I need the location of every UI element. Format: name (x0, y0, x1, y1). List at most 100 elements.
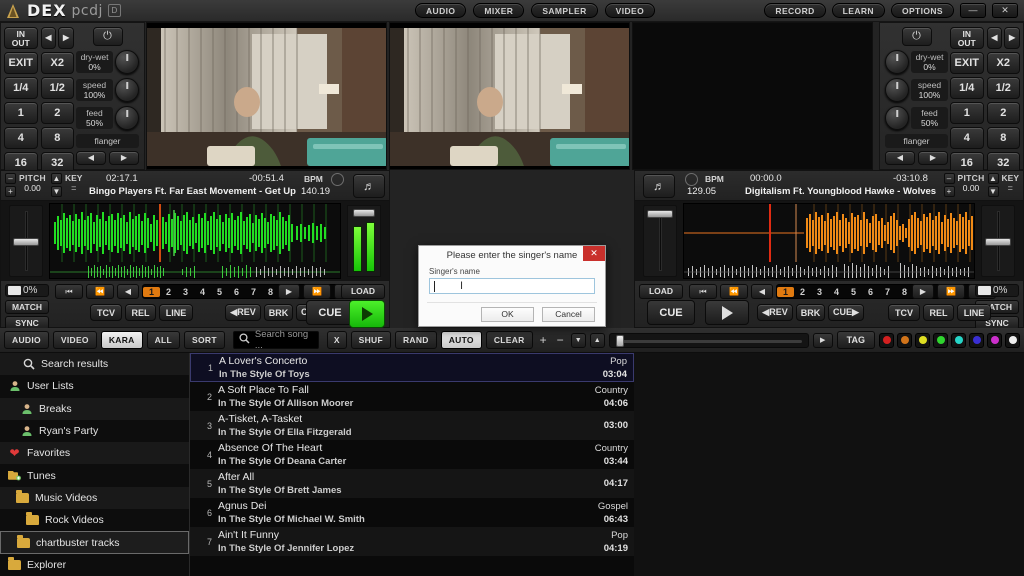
deck-a-beat-6[interactable]: 6 (228, 287, 245, 297)
sidebar-item-explorer[interactable]: Explorer (0, 554, 189, 576)
deck-a-rewind-button[interactable]: ⏪ (86, 284, 114, 299)
deck-b-beat-3[interactable]: 3 (811, 287, 828, 297)
deck-b-waveform[interactable] (683, 203, 975, 279)
sidebar-item-favorites[interactable]: ❤ Favorites (0, 442, 189, 464)
table-row[interactable]: 3 A-Tisket, A-Tasket In The Style Of Ell… (190, 411, 634, 440)
deck-a-rel-button[interactable]: REL (125, 304, 156, 321)
loop-x2-left[interactable]: X2 (41, 52, 75, 74)
fx-next-right[interactable]: ▶ (918, 151, 948, 165)
deck-a-pitch-plus[interactable]: + (5, 186, 16, 197)
table-row[interactable]: 6 Agnus Dei In The Style Of Michael W. S… (190, 498, 634, 527)
search-clear-button[interactable]: X (327, 331, 347, 349)
filter-kara-button[interactable]: KARA (101, 331, 143, 349)
deck-b-rewind-button[interactable]: ⏪ (720, 284, 748, 299)
loop-exit-left[interactable]: EXIT (4, 52, 38, 74)
table-row[interactable]: 4 Absence Of The Heart In The Style Of D… (190, 440, 634, 469)
deck-b-beat-1[interactable]: 1 (777, 287, 794, 297)
deck-b-nudge-back-button[interactable]: ◀ (751, 284, 773, 299)
loop-in-out-button-left[interactable]: IN OUT (4, 27, 38, 49)
fx-prev-right[interactable]: ◀ (885, 151, 915, 165)
deck-a-beat-4[interactable]: 4 (194, 287, 211, 297)
ok-button[interactable]: OK (481, 307, 534, 322)
tag-color-green[interactable] (933, 333, 948, 348)
deck-b-beat-8[interactable]: 8 (896, 287, 913, 297)
sidebar-item-rock-videos[interactable]: Rock Videos (0, 509, 189, 531)
slider-thumb[interactable] (616, 335, 624, 347)
shuffle-button[interactable]: SHUF (351, 331, 391, 349)
fx-drywet-knob-right[interactable] (885, 50, 909, 74)
deck-a-volume-thumb[interactable] (13, 238, 39, 246)
deck-b-pitch-minus[interactable]: – (944, 173, 955, 184)
loop-move-right-next[interactable]: ▶ (1004, 27, 1020, 49)
track-list[interactable]: 1 A Lover's Concerto In The Style Of Toy… (190, 353, 634, 576)
deck-b-beat-4[interactable]: 4 (828, 287, 845, 297)
video-preview-deck-a[interactable] (146, 22, 387, 170)
loop-4-left[interactable]: 4 (4, 127, 38, 149)
fx-speed-knob-right[interactable] (885, 78, 909, 102)
deck-b-beat-7[interactable]: 7 (879, 287, 896, 297)
table-row[interactable]: 2 A Soft Place To Fall In The Style Of A… (190, 382, 634, 411)
clear-button[interactable]: CLEAR (486, 331, 533, 349)
loop-8-right[interactable]: 8 (987, 127, 1021, 149)
loop-1-left[interactable]: 1 (4, 102, 38, 124)
fx-speed-knob-left[interactable] (115, 78, 139, 102)
deck-a-key-down[interactable]: ▼ (51, 186, 62, 197)
loop-2-left[interactable]: 2 (41, 102, 75, 124)
video-preview-master[interactable] (632, 22, 873, 170)
fx-next-left[interactable]: ▶ (109, 151, 139, 165)
deck-a-pitch-minus[interactable]: – (5, 173, 16, 184)
fx-power-icon-right[interactable]: ⏻ (902, 27, 932, 46)
deck-b-pitch-plus[interactable]: + (944, 186, 955, 197)
loop-move-left-next[interactable]: ▶ (58, 27, 74, 49)
tag-button[interactable]: TAG (837, 331, 875, 349)
tag-color-red[interactable] (879, 333, 894, 348)
table-row[interactable]: 7 Ain't It Funny In The Style Of Jennife… (190, 527, 634, 556)
sidebar-item-chartbuster-tracks[interactable]: chartbuster tracks (0, 531, 189, 553)
sort-button[interactable]: SORT (184, 331, 225, 349)
deck-a-cue-start-button[interactable]: ⏮ (55, 284, 83, 299)
deck-b-load-button[interactable]: LOAD (639, 284, 683, 299)
deck-b-fastforward-button[interactable]: ⏩ (937, 284, 965, 299)
deck-a-beat-5[interactable]: 5 (211, 287, 228, 297)
add-button[interactable]: + (537, 333, 550, 347)
deck-b-key-down[interactable]: ▼ (988, 186, 999, 197)
cancel-button[interactable]: Cancel (542, 307, 595, 322)
deck-b-nudge-fwd-button[interactable]: ▶ (912, 284, 934, 299)
deck-a-cue-button[interactable]: CUE (306, 300, 354, 325)
tab-sampler[interactable]: SAMPLER (531, 3, 597, 18)
deck-b-beat-2[interactable]: 2 (794, 287, 811, 297)
loop-quarter-left[interactable]: 1/4 (4, 77, 38, 99)
loop-in-out-button-right[interactable]: IN OUT (950, 27, 984, 49)
fx-feed-knob-left[interactable] (115, 106, 139, 130)
deck-a-nudge-fwd-button[interactable]: ▶ (278, 284, 300, 299)
filter-video-button[interactable]: VIDEO (53, 331, 97, 349)
deck-a-play-button[interactable] (349, 300, 385, 328)
tag-color-orange[interactable] (897, 333, 912, 348)
deck-b-cue-button[interactable]: CUE (647, 300, 695, 325)
deck-a-brake-button[interactable]: BRK (264, 304, 293, 321)
record-button[interactable]: RECORD (764, 3, 825, 18)
deck-a-beat-1[interactable]: 1 (143, 287, 160, 297)
scroll-down-button[interactable]: ▼ (571, 333, 586, 348)
search-input[interactable]: Search song ... (233, 331, 319, 349)
deck-a-nudge-back-button[interactable]: ◀ (117, 284, 139, 299)
deck-a-fastforward-button[interactable]: ⏩ (303, 284, 331, 299)
deck-a-tcv-button[interactable]: TCV (90, 304, 122, 321)
loop-4-right[interactable]: 4 (950, 127, 984, 149)
deck-b-line-button[interactable]: LINE (957, 304, 991, 321)
deck-b-reverse-button[interactable]: ◀REV (757, 304, 793, 321)
close-icon[interactable]: ✕ (583, 246, 605, 261)
deck-b-tcv-button[interactable]: TCV (888, 304, 920, 321)
loop-8-left[interactable]: 8 (41, 127, 75, 149)
loop-move-left-prev[interactable]: ◀ (41, 27, 57, 49)
deck-a-headphone-icon[interactable]: ♬ (353, 174, 385, 198)
deck-a-load-button[interactable]: LOAD (341, 284, 385, 299)
sidebar-item-ryans-party[interactable]: Ryan's Party (0, 420, 189, 442)
loop-move-right-prev[interactable]: ◀ (987, 27, 1003, 49)
tab-audio[interactable]: AUDIO (415, 3, 466, 18)
fx-effect-name-left[interactable]: flanger (76, 134, 139, 148)
browser-horizontal-slider[interactable] (609, 333, 809, 348)
deck-b-cue-play-button[interactable]: CUE▶ (828, 304, 864, 321)
sidebar-item-search-results[interactable]: Search results (0, 353, 189, 375)
filter-audio-button[interactable]: AUDIO (4, 331, 49, 349)
